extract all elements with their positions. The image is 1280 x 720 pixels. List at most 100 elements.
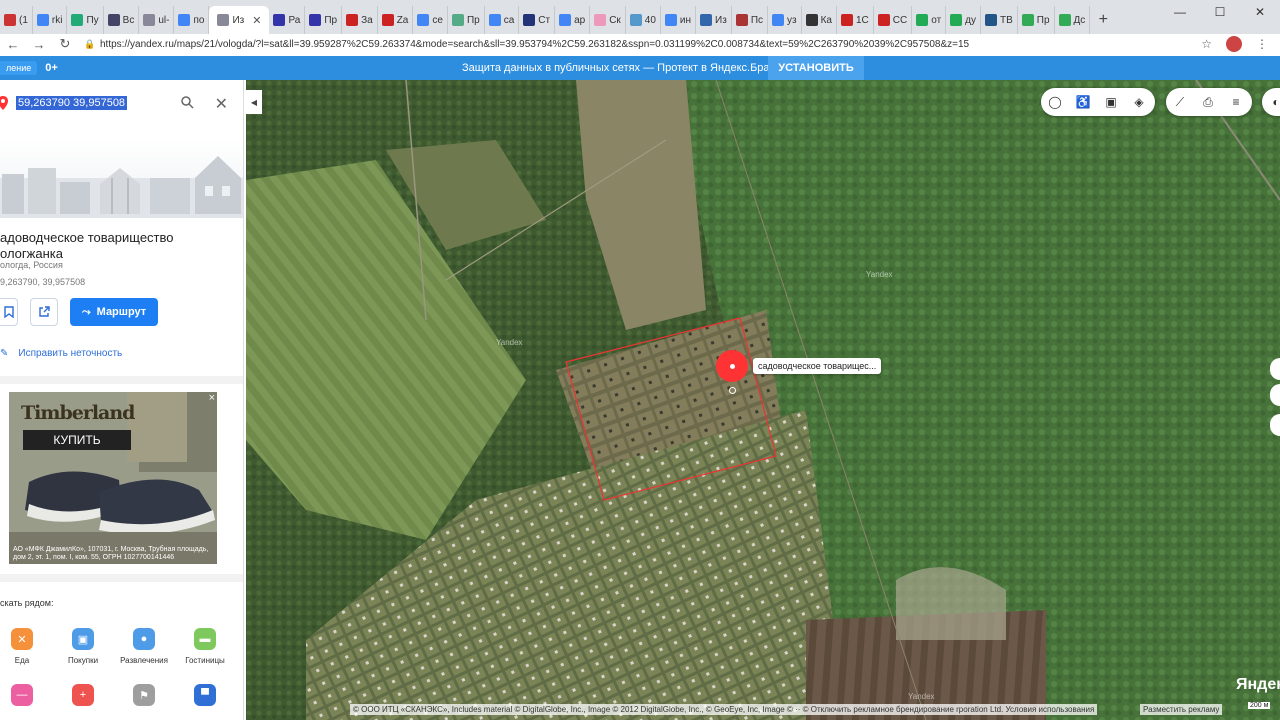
window-controls: — ☐ ✕: [1160, 0, 1280, 24]
search-icon[interactable]: [180, 95, 194, 109]
fix-label: Исправить неточность: [18, 348, 123, 359]
browser-tab[interactable]: 40: [626, 6, 661, 34]
extension-icon[interactable]: [1226, 36, 1242, 52]
browser-tab[interactable]: rki: [33, 6, 68, 34]
browser-tab[interactable]: Ра: [269, 6, 306, 34]
layers-icon[interactable]: ◈: [1125, 95, 1153, 109]
close-tab-icon[interactable]: ✕: [252, 14, 261, 27]
menu-dots-icon[interactable]: ⋮: [1256, 37, 1268, 51]
browser-tab[interactable]: Вс: [104, 6, 140, 34]
nearby-category[interactable]: ● Развлечения: [114, 628, 174, 665]
search-box[interactable]: 59,263790 39,957508 ✕: [0, 88, 240, 118]
close-window-icon[interactable]: ✕: [1240, 0, 1280, 24]
browser-tab[interactable]: ТВ: [981, 6, 1018, 34]
nearby-category[interactable]: +: [53, 684, 113, 712]
tab-favicon-icon: [523, 14, 536, 26]
category-icon: ●: [133, 628, 155, 650]
bike-icon[interactable]: ♿: [1069, 95, 1097, 109]
search-query[interactable]: 59,263790 39,957508: [16, 96, 128, 110]
advertisement[interactable]: Timberland КУПИТЬ × АО «МФК ДжамилКо», 1…: [9, 392, 217, 564]
browser-tab[interactable]: са: [485, 6, 520, 34]
category-icon: ⚑: [133, 684, 155, 706]
browser-tab[interactable]: Пр: [448, 6, 485, 34]
maximize-icon[interactable]: ☐: [1200, 0, 1240, 24]
lock-icon: 🔒: [84, 39, 96, 49]
yandex-logo: Яндекс: [1236, 676, 1280, 693]
tab-label: 1С: [855, 14, 869, 26]
collapse-sidebar-button[interactable]: ◀: [246, 90, 262, 114]
browser-tab[interactable]: Из: [696, 6, 732, 34]
minimize-icon[interactable]: —: [1160, 0, 1200, 24]
map-scale: 200 м: [1248, 702, 1271, 709]
browser-tab[interactable]: (1: [0, 6, 33, 34]
reload-icon[interactable]: ↻: [52, 36, 78, 52]
tab-favicon-icon: [594, 14, 607, 26]
forward-icon[interactable]: →: [26, 37, 52, 52]
browser-tab[interactable]: се: [413, 6, 448, 34]
satellite-map[interactable]: Yandex Yandex Yandex: [246, 80, 1280, 720]
age-rating: 0+: [45, 62, 58, 74]
promo-message: Защита данных в публичных сетях — Протек…: [462, 62, 799, 74]
nearby-category[interactable]: —: [0, 684, 52, 712]
install-button[interactable]: УСТАНОВИТЬ: [768, 56, 864, 80]
map-watermark: Yandex: [908, 692, 935, 701]
nearby-category[interactable]: ⚑: [114, 684, 174, 712]
route-label: Маршрут: [96, 306, 147, 318]
browser-tab[interactable]: Ск: [590, 6, 626, 34]
place-marker[interactable]: [716, 350, 748, 382]
browser-tab[interactable]: Пс: [732, 6, 768, 34]
bookmark-button[interactable]: [0, 298, 18, 326]
tab-label: Za: [396, 14, 409, 26]
ad-close-icon[interactable]: ×: [209, 392, 215, 404]
address-bar[interactable]: 🔒 https://yandex.ru/maps/21/vologda/?l=s…: [78, 35, 1201, 53]
ruler-icon[interactable]: ⟋: [1166, 95, 1194, 110]
tab-favicon-icon: [950, 14, 963, 26]
tab-label: Ст: [538, 14, 551, 26]
browser-tab[interactable]: ин: [661, 6, 697, 34]
bookmark-star-icon[interactable]: ☆: [1201, 37, 1212, 51]
browser-tab[interactable]: СС: [874, 6, 913, 34]
place-ad-link[interactable]: Разместить рекламу: [1140, 704, 1223, 715]
nearby-category[interactable]: ▬ Гостиницы: [175, 628, 235, 665]
browser-tab[interactable]: Za: [378, 6, 414, 34]
map-tools: ⟋ ⎙ ≡: [1166, 88, 1252, 116]
browser-tab[interactable]: За: [342, 6, 378, 34]
tab-label: Пр: [466, 14, 480, 26]
ad-buy-button[interactable]: КУПИТЬ: [23, 430, 131, 450]
tab-favicon-icon: [877, 14, 890, 26]
browser-tab[interactable]: Ка: [802, 6, 837, 34]
traffic-icon[interactable]: ◯: [1041, 95, 1069, 109]
print-icon[interactable]: ⎙: [1194, 95, 1222, 110]
browser-tab[interactable]: Ст: [519, 6, 556, 34]
browser-tab[interactable]: по: [174, 6, 210, 34]
nearby-category[interactable]: ✕ Еда: [0, 628, 52, 665]
browser-tab[interactable]: ду: [946, 6, 981, 34]
share-button[interactable]: [30, 298, 58, 326]
tab-label: rki: [51, 14, 63, 26]
transit-icon[interactable]: ▣: [1097, 95, 1125, 109]
browser-tab[interactable]: от: [912, 6, 947, 34]
category-icon: ✕: [11, 628, 33, 650]
nearby-category[interactable]: ▀: [175, 684, 235, 712]
browser-tab[interactable]: уз: [768, 6, 802, 34]
tab-label: ду: [965, 14, 976, 26]
browser-tab[interactable]: Пр: [305, 6, 343, 34]
new-tab-icon[interactable]: +: [1090, 6, 1116, 34]
browser-tab[interactable]: Из ✕: [209, 6, 270, 34]
place-marker-label[interactable]: садоводческое товарищес...: [753, 358, 882, 374]
nearby-category[interactable]: ▣ Покупки: [53, 628, 113, 665]
clear-search-icon[interactable]: ✕: [215, 94, 228, 114]
browser-tab[interactable]: 1С: [837, 6, 874, 34]
browser-tab[interactable]: Дс: [1055, 6, 1091, 34]
fix-inaccuracy-link[interactable]: ✎ Исправить неточность: [0, 348, 122, 359]
map-copyright[interactable]: © ООО ИТЦ «СКАНЭКС», Includes material ©…: [350, 704, 1098, 715]
browser-tab[interactable]: ар: [555, 6, 591, 34]
browser-tab[interactable]: ul-: [139, 6, 175, 34]
route-button[interactable]: ⤳ Маршрут: [70, 298, 158, 326]
browser-tab[interactable]: Пр: [1018, 6, 1055, 34]
route-icon: ⤳: [81, 305, 91, 318]
menu-icon[interactable]: ≡: [1222, 95, 1250, 109]
back-icon[interactable]: ←: [0, 37, 26, 52]
browser-tab[interactable]: Пу: [67, 6, 104, 34]
tab-favicon-icon: [71, 14, 84, 26]
